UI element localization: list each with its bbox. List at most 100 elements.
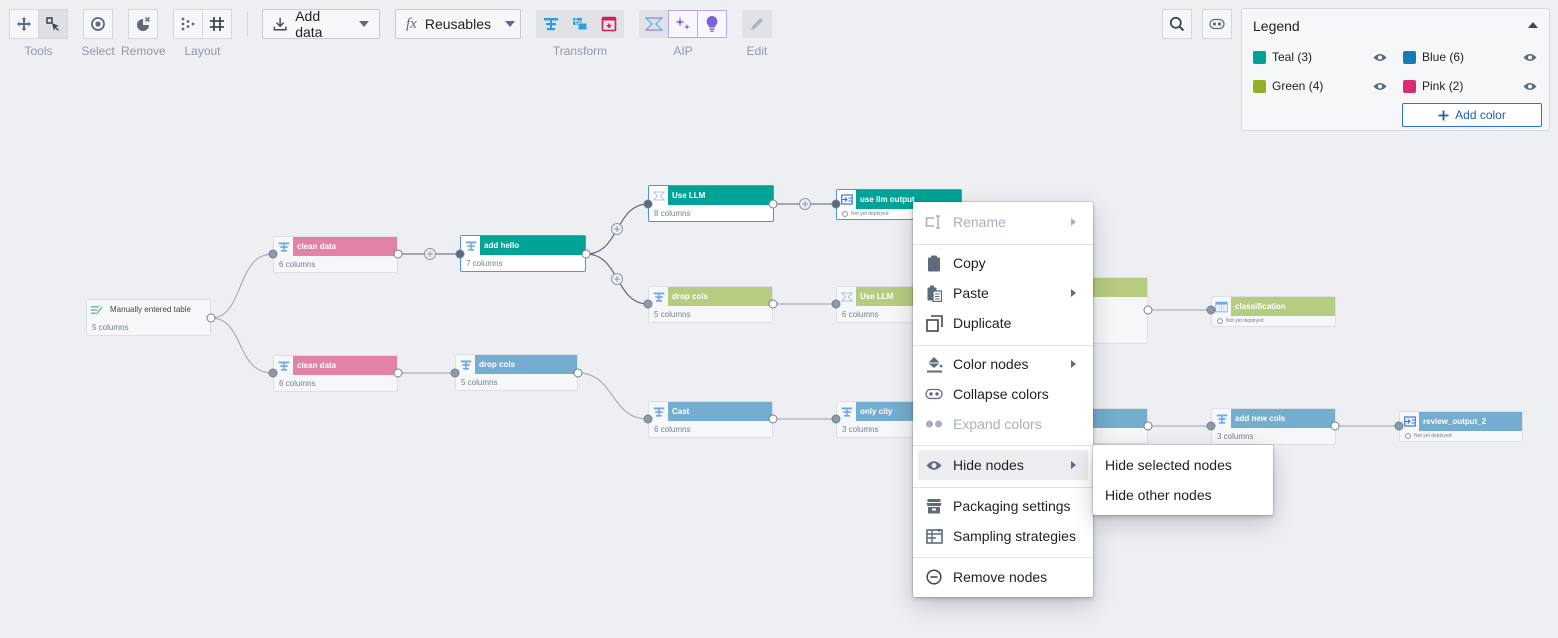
transform-icon (461, 236, 480, 255)
node-subtitle: 5 columns (92, 322, 129, 332)
status-circle-icon (842, 211, 848, 217)
menu-item-label: Expand colors (953, 416, 1042, 432)
transform-icon (649, 402, 668, 421)
llm-icon (649, 186, 668, 205)
node-header: Manually entered table (87, 300, 210, 319)
node-title: clean data (293, 356, 397, 375)
node-header: clean data (274, 356, 397, 375)
menu-divider (913, 345, 1093, 346)
column-count: 3 columns (1212, 428, 1335, 444)
menu-item-duplicate[interactable]: Duplicate (918, 308, 1088, 338)
menu-item-label: Collapse colors (953, 386, 1049, 402)
graph-node-cast[interactable]: Cast 6 columns (648, 401, 773, 438)
transform-icon (1212, 409, 1231, 428)
menu-item-expand-colors[interactable]: Expand colors (918, 409, 1088, 439)
column-count: 7 columns (461, 255, 585, 271)
node-title: add new cols (1231, 409, 1335, 428)
graph-node-clean2[interactable]: clean data 6 columns (273, 355, 398, 392)
node-header: Cast (649, 402, 772, 421)
menu-item-sampling-strategies[interactable]: Sampling strategies (918, 521, 1088, 551)
node-title: clean data (293, 237, 397, 256)
manual-table-icon (87, 300, 106, 319)
node-subtitle: 3 columns (842, 424, 879, 434)
node-subtitle: 3 columns (1217, 431, 1254, 441)
column-count: 5 columns (649, 306, 772, 322)
graph-node-manual[interactable]: Manually entered table 5 columns (86, 299, 211, 336)
menu-item-collapse-colors[interactable]: Collapse colors (918, 379, 1088, 409)
transform-icon (649, 287, 668, 306)
graph-node-classification[interactable]: classification Not yet deployed (1211, 296, 1336, 327)
node-title: Use LLM (668, 186, 773, 205)
menu-item-rename[interactable]: Rename (918, 207, 1088, 237)
node-header: drop cols (649, 287, 772, 306)
node-title: classification (1231, 297, 1335, 316)
menu-item-label: Hide nodes (953, 457, 1024, 473)
menu-divider (913, 487, 1093, 488)
node-title: add hello (480, 236, 585, 255)
clipboard-icon (925, 254, 943, 272)
paste-icon (925, 284, 943, 302)
node-header: review_output_2 (1400, 412, 1522, 431)
context-menu: Rename Copy Paste Duplicate Color nodes … (913, 202, 1093, 597)
graph-node-dropcols1[interactable]: drop cols 5 columns (455, 354, 578, 391)
edge (210, 317, 274, 374)
chevron-right-icon (1071, 360, 1076, 368)
dataset-icon (1212, 297, 1231, 316)
graph-node-addhello[interactable]: add hello 7 columns (460, 235, 586, 272)
transform-icon (837, 402, 856, 421)
menu-item-label: Copy (953, 255, 986, 271)
eye-icon (925, 456, 943, 474)
menu-item-hide-selected-nodes[interactable]: Hide selected nodes (1098, 450, 1268, 480)
node-title: drop cols (475, 355, 577, 374)
node-subtitle: Not yet deployed (851, 211, 889, 217)
column-count: 5 columns (87, 319, 210, 335)
node-title: Manually entered table (106, 300, 210, 319)
node-header: add hello (461, 236, 585, 255)
node-subtitle: 8 columns (654, 208, 691, 218)
menu-item-paste[interactable]: Paste (918, 278, 1088, 308)
transform-icon (274, 356, 293, 375)
menu-item-hide-other-nodes[interactable]: Hide other nodes (1098, 480, 1268, 510)
menu-item-packaging-settings[interactable]: Packaging settings (918, 491, 1088, 521)
status-circle-icon (1217, 318, 1223, 324)
node-title: review_output_2 (1419, 412, 1522, 431)
node-subtitle: 5 columns (654, 309, 691, 319)
edge (210, 253, 274, 319)
node-subtitle: 5 columns (461, 377, 498, 387)
graph-node-review[interactable]: review_output_2 Not yet deployed (1399, 411, 1523, 442)
menu-item-hide-nodes[interactable]: Hide nodes (918, 450, 1088, 480)
collapse-colors-icon (925, 385, 943, 403)
node-subtitle: 6 columns (279, 378, 316, 388)
menu-divider (913, 445, 1093, 446)
node-title: drop cols (668, 287, 772, 306)
color-fill-icon (925, 355, 943, 373)
node-subtitle: 6 columns (654, 424, 691, 434)
packaging-icon (925, 497, 943, 515)
rename-icon (925, 213, 943, 231)
duplicate-icon (925, 314, 943, 332)
expand-colors-icon (925, 415, 943, 433)
menu-item-color-nodes[interactable]: Color nodes (918, 349, 1088, 379)
menu-item-copy[interactable]: Copy (918, 248, 1088, 278)
graph-node-dropcols2[interactable]: drop cols 5 columns (648, 286, 773, 323)
node-header: classification (1212, 297, 1335, 316)
add-node-button[interactable] (611, 273, 623, 285)
menu-item-remove-nodes[interactable]: Remove nodes (918, 562, 1088, 592)
transform-icon (456, 355, 475, 374)
graph-node-addnewcols[interactable]: add new cols 3 columns (1211, 408, 1336, 445)
graph-node-usellm1[interactable]: Use LLM 8 columns (648, 185, 774, 222)
menu-item-label: Duplicate (953, 315, 1012, 331)
transform-icon (274, 237, 293, 256)
output-icon (1400, 412, 1419, 431)
graph-node-clean1[interactable]: clean data 6 columns (273, 236, 398, 273)
menu-item-label: Remove nodes (953, 569, 1048, 585)
add-node-button[interactable] (799, 198, 811, 210)
menu-item-label: Packaging settings (953, 498, 1071, 514)
node-subtitle: 6 columns (842, 309, 879, 319)
menu-divider (913, 557, 1093, 558)
remove-circle-icon (925, 568, 943, 586)
column-count: 5 columns (456, 374, 577, 390)
add-node-button[interactable] (611, 223, 623, 235)
add-node-button[interactable] (424, 248, 436, 260)
chevron-right-icon (1071, 289, 1076, 297)
